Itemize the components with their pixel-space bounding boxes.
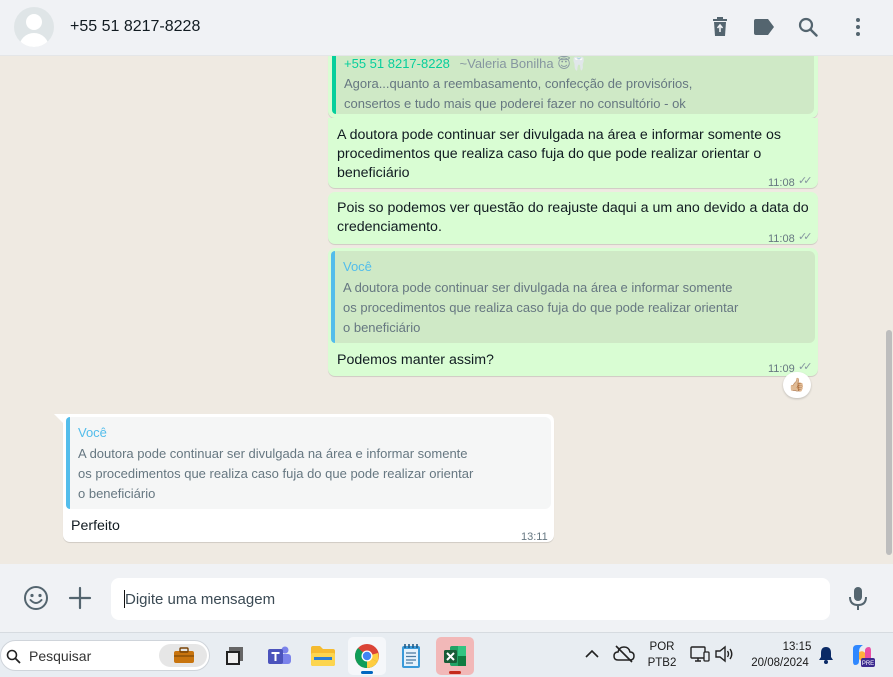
search-icon[interactable] [795, 14, 821, 40]
file-explorer-icon[interactable] [304, 637, 342, 675]
message-text: Pois so podemos ver questão do reajuste … [337, 200, 809, 216]
message-outgoing[interactable]: Pois so podemos ver questão do reajuste … [328, 192, 818, 245]
contact-name[interactable]: +55 51 8217-8228 [70, 18, 200, 36]
message-time: 11:08 [768, 233, 795, 245]
chat-header: +55 51 8217-8228 [0, 0, 893, 56]
menu-icon[interactable] [845, 14, 871, 40]
message-text: beneficiário [337, 165, 410, 181]
quoted-message[interactable]: Você A doutora pode continuar ser divulg… [66, 417, 551, 509]
quoted-message[interactable]: +55 51 8217-8228 ~Valeria Bonilha 😇🦷 Ago… [332, 56, 814, 114]
briefcase-icon [174, 647, 194, 663]
quote-author: Você [343, 259, 372, 274]
quoted-message[interactable]: Você A doutora pode continuar ser divulg… [331, 251, 815, 343]
search-icon [6, 649, 21, 664]
message-text: procedimentos que realiza caso fuja do q… [337, 146, 762, 162]
reaction-badge[interactable]: 👍🏼 [783, 372, 811, 398]
keyboard-layout[interactable]: PTB2 [644, 657, 680, 669]
quote-text: o beneficiário [78, 486, 156, 501]
quote-text: os procedimentos que realiza caso fuja d… [78, 466, 474, 481]
message-text: A doutora pode continuar ser divulgada n… [337, 127, 782, 143]
message-text: Podemos manter assim? [337, 352, 494, 368]
message-outgoing[interactable]: +55 51 8217-8228 ~Valeria Bonilha 😇🦷 Ago… [328, 56, 818, 118]
message-incoming[interactable]: Você A doutora pode continuar ser divulg… [63, 414, 554, 543]
language-indicator[interactable]: POR [646, 641, 678, 653]
quote-text: A doutora pode continuar ser divulgada n… [343, 280, 733, 295]
windows-taskbar: Pesquisar POR PTB2 13:15 20/08/2024 PRE [0, 632, 893, 677]
message-outgoing[interactable]: A doutora pode continuar ser divulgada n… [328, 118, 818, 189]
display-icon[interactable] [690, 645, 710, 663]
chevron-up-icon[interactable] [584, 647, 600, 661]
clock-time[interactable]: 13:15 [772, 641, 822, 653]
text-caret [124, 590, 125, 608]
emoji-icon[interactable] [22, 584, 50, 612]
taskbar-search[interactable]: Pesquisar [0, 640, 210, 671]
teams-icon[interactable] [260, 637, 298, 675]
volume-icon[interactable] [714, 645, 734, 663]
delete-icon[interactable] [707, 14, 733, 40]
message-composer [0, 564, 893, 632]
search-label: Pesquisar [29, 648, 92, 664]
read-receipt-icon: ✓✓ [798, 231, 813, 243]
message-text: credenciamento. [337, 219, 442, 235]
message-input-container[interactable] [111, 578, 830, 620]
microphone-icon[interactable] [846, 585, 870, 611]
cloud-offline-icon[interactable] [613, 644, 635, 664]
quote-text: consertos e tudo mais que poderei fazer … [344, 96, 686, 111]
quote-author-suffix: ~Valeria Bonilha 😇🦷 [459, 56, 587, 71]
quote-text: Agora...quanto a reembasamento, confecçã… [344, 76, 693, 91]
message-time: 11:08 [768, 177, 795, 189]
quote-author: Você [78, 425, 107, 440]
message-list[interactable]: +55 51 8217-8228 ~Valeria Bonilha 😇🦷 Ago… [0, 56, 893, 564]
task-view-icon[interactable] [216, 637, 254, 675]
notification-bell-icon[interactable] [818, 645, 834, 665]
quote-text: o beneficiário [343, 320, 421, 335]
clock-date[interactable]: 20/08/2024 [744, 657, 816, 669]
scrollbar[interactable] [886, 330, 892, 555]
label-icon[interactable] [751, 14, 777, 40]
message-time: 13:11 [521, 531, 548, 543]
quote-text: os procedimentos que realiza caso fuja d… [343, 300, 739, 315]
message-outgoing[interactable]: Você A doutora pode continuar ser divulg… [328, 248, 818, 376]
search-highlight [159, 644, 207, 667]
quote-text: A doutora pode continuar ser divulgada n… [78, 446, 468, 461]
quote-author: +55 51 8217-8228 [344, 56, 450, 71]
svg-text:PRE: PRE [862, 661, 874, 667]
excel-icon[interactable] [436, 637, 474, 675]
copilot-icon[interactable]: PRE [849, 643, 875, 669]
contact-avatar[interactable] [14, 7, 54, 47]
chrome-icon[interactable] [348, 637, 386, 675]
message-input[interactable] [125, 578, 815, 620]
read-receipt-icon: ✓✓ [798, 175, 813, 187]
notepad-icon[interactable] [392, 637, 430, 675]
attach-plus-icon[interactable] [67, 585, 93, 611]
message-text: Perfeito [71, 518, 120, 534]
